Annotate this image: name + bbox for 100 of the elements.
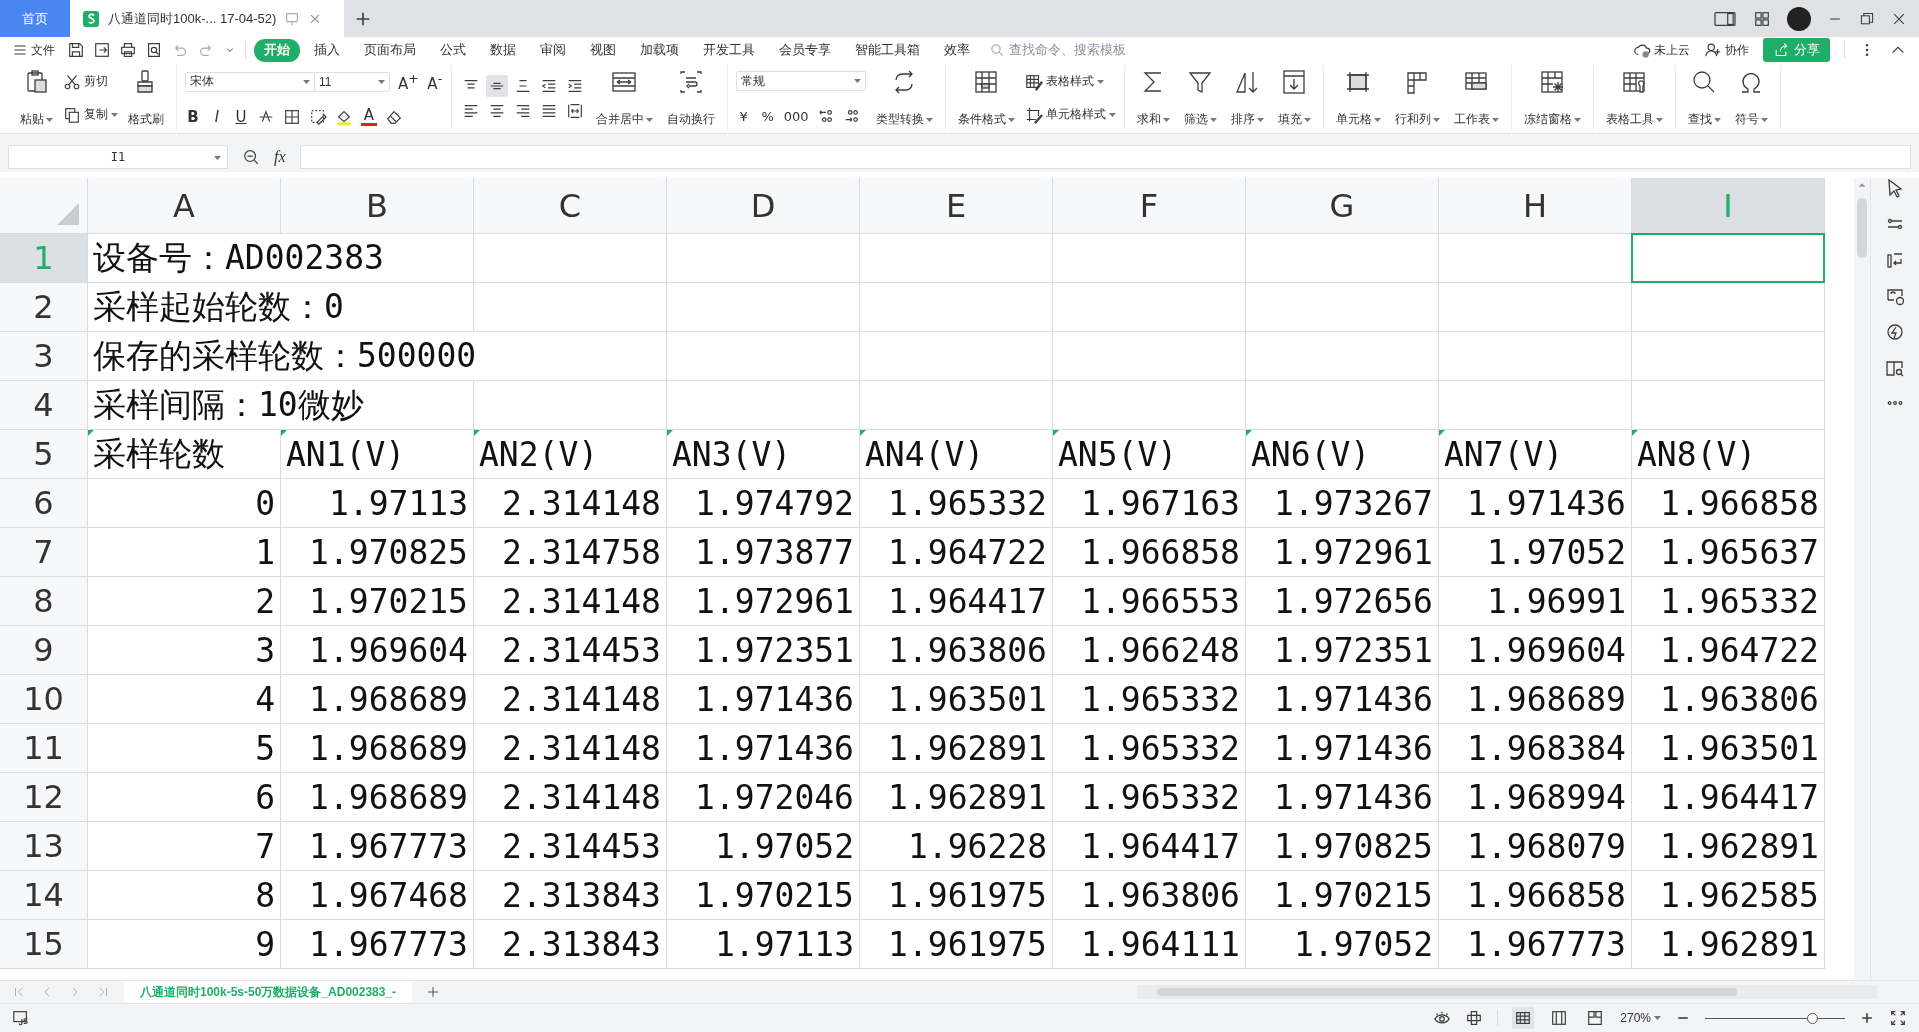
ribbon-button[interactable]: 自动换行 xyxy=(662,65,719,131)
number-format-button[interactable]: 000 xyxy=(783,108,809,124)
eye-icon[interactable] xyxy=(1433,1009,1452,1027)
vertical-scrollbar[interactable] xyxy=(1854,178,1870,980)
avatar[interactable] xyxy=(1787,6,1811,31)
macro-icon[interactable] xyxy=(12,1009,30,1027)
bold-button[interactable]: B xyxy=(185,107,201,126)
empty-cell[interactable] xyxy=(474,283,667,332)
ribbon-button[interactable]: 求和 xyxy=(1132,65,1174,131)
lightning-icon[interactable] xyxy=(1885,322,1905,342)
row-header[interactable]: 7 xyxy=(0,528,88,577)
ribbon-button[interactable]: 排序 xyxy=(1226,65,1268,131)
ribbon-button[interactable]: 符号 xyxy=(1730,65,1772,131)
empty-cell[interactable] xyxy=(1246,283,1439,332)
ribbon-tab[interactable]: 智能工具箱 xyxy=(845,38,930,62)
home-tab[interactable]: 首页 xyxy=(0,0,70,37)
ribbon-button[interactable]: 表格样式 xyxy=(1024,72,1116,91)
file-menu[interactable]: 文件 xyxy=(12,41,55,59)
empty-cell[interactable] xyxy=(1246,332,1439,381)
column-header[interactable]: G xyxy=(1246,178,1439,234)
font-size-field[interactable]: 11 xyxy=(314,71,390,92)
ribbon-button[interactable]: 复制 xyxy=(63,105,118,124)
cell-cursor[interactable] xyxy=(1631,233,1825,283)
row-header[interactable]: 5 xyxy=(0,430,88,479)
column-header[interactable]: E xyxy=(860,178,1053,234)
row-header[interactable]: 10 xyxy=(0,675,88,724)
print-icon[interactable] xyxy=(119,41,137,59)
slider-thumb[interactable] xyxy=(1806,1012,1818,1024)
empty-cell[interactable] xyxy=(1053,283,1246,332)
number-format-button[interactable]: ¥ xyxy=(735,108,752,124)
row-header[interactable]: 15 xyxy=(0,920,88,969)
empty-cell[interactable] xyxy=(1439,381,1632,430)
ribbon-tab[interactable]: 加载项 xyxy=(630,38,689,62)
ribbon-button[interactable]: 粘贴 xyxy=(16,65,57,131)
zoom-level-button[interactable]: 270% xyxy=(1620,1011,1661,1025)
shrink-font-button[interactable]: A$^{-}$ xyxy=(426,70,443,93)
row-header[interactable]: 3 xyxy=(0,332,88,381)
grow-font-button[interactable]: A$^{+}$ xyxy=(398,70,419,93)
ribbon-button[interactable]: 冻结窗格 xyxy=(1519,65,1585,131)
ribbon-tab[interactable]: 效率 xyxy=(934,38,980,62)
ribbon-tab[interactable]: 插入 xyxy=(304,38,350,62)
row-header[interactable]: 2 xyxy=(0,283,88,332)
empty-cell[interactable] xyxy=(1053,234,1246,283)
empty-cell[interactable] xyxy=(667,283,860,332)
ribbon-button[interactable]: 查找 xyxy=(1683,65,1725,131)
ribbon-tab[interactable]: 开发工具 xyxy=(693,38,765,62)
cloud-button[interactable]: 未上云 xyxy=(1633,41,1690,59)
name-box[interactable]: I1 xyxy=(8,145,228,169)
empty-cell[interactable] xyxy=(1632,283,1825,332)
column-header[interactable]: B xyxy=(281,178,474,234)
empty-cell[interactable] xyxy=(474,234,667,283)
column-header[interactable]: D xyxy=(667,178,860,234)
row-header[interactable]: 13 xyxy=(0,822,88,871)
align-button[interactable] xyxy=(485,74,508,97)
zoom-icon[interactable] xyxy=(242,148,260,166)
ribbon-button[interactable]: 筛选 xyxy=(1179,65,1221,131)
empty-cell[interactable] xyxy=(667,332,860,381)
empty-cell[interactable] xyxy=(860,381,1053,430)
fullscreen-icon[interactable] xyxy=(1889,1009,1907,1027)
row-header[interactable]: 12 xyxy=(0,773,88,822)
export-icon[interactable] xyxy=(93,41,111,59)
ribbon-button[interactable]: 合并居中 xyxy=(591,65,657,131)
empty-cell[interactable] xyxy=(1053,381,1246,430)
book-search-icon[interactable] xyxy=(1885,358,1905,378)
font-color-button[interactable]: A xyxy=(361,107,377,126)
document-tab[interactable]: 八通道同时100k-... 17-04-52) xyxy=(70,0,344,37)
cross-layout-icon[interactable] xyxy=(1465,1009,1484,1027)
ribbon-button[interactable]: 填充 xyxy=(1273,65,1315,131)
empty-cell[interactable] xyxy=(1246,234,1439,283)
ribbon-button[interactable]: 类型转换 xyxy=(871,65,937,131)
ribbon-button[interactable]: 格式刷 xyxy=(124,65,168,131)
ribbon-tab[interactable]: 视图 xyxy=(580,38,626,62)
empty-cell[interactable] xyxy=(1632,381,1825,430)
empty-cell[interactable] xyxy=(667,381,860,430)
ribbon-tab[interactable]: 会员专享 xyxy=(769,38,841,62)
empty-cell[interactable] xyxy=(1246,381,1439,430)
pattern-fill-icon[interactable] xyxy=(309,107,327,126)
row-header[interactable]: 9 xyxy=(0,626,88,675)
empty-cell[interactable] xyxy=(667,234,860,283)
underline-button[interactable]: U xyxy=(233,107,249,126)
pointer-icon[interactable] xyxy=(1885,178,1905,198)
zoom-in-icon[interactable] xyxy=(1859,1010,1875,1026)
restore-icon[interactable] xyxy=(1859,10,1875,27)
empty-cell[interactable] xyxy=(860,283,1053,332)
number-format-field[interactable]: 常规 xyxy=(735,71,866,91)
transform-icon[interactable] xyxy=(1885,250,1905,270)
italic-button[interactable]: I xyxy=(209,107,225,126)
image-tools-icon[interactable] xyxy=(1885,286,1905,306)
number-format-button[interactable]: % xyxy=(759,108,776,124)
row-header[interactable]: 4 xyxy=(0,381,88,430)
ribbon-button[interactable]: 剪切 xyxy=(63,72,118,91)
ribbon-button[interactable]: 条件格式 xyxy=(953,65,1019,131)
empty-cell[interactable] xyxy=(1439,283,1632,332)
empty-cell[interactable] xyxy=(474,381,667,430)
ribbon-button[interactable]: 行和列 xyxy=(1390,65,1444,131)
row-header[interactable]: 14 xyxy=(0,871,88,920)
empty-cell[interactable] xyxy=(860,234,1053,283)
ribbon-tab[interactable]: 页面布局 xyxy=(354,38,426,62)
normal-view-button[interactable] xyxy=(1512,1007,1535,1029)
ribbon-tab[interactable]: 公式 xyxy=(430,38,476,62)
